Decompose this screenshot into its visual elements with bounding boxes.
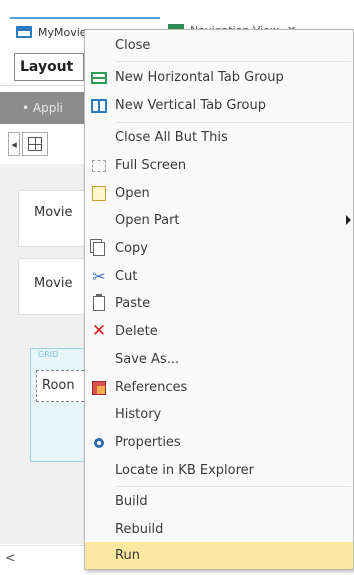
menu-icon-slot bbox=[85, 516, 113, 543]
menu-item-close[interactable]: Close bbox=[85, 32, 353, 59]
tab-context-menu: Close New Horizontal Tab Group New Verti… bbox=[84, 29, 354, 570]
menu-icon-slot bbox=[85, 457, 113, 484]
menu-item-label: New Horizontal Tab Group bbox=[115, 70, 284, 85]
menu-item-new-vertical-tab-group[interactable]: New Vertical Tab Group bbox=[85, 92, 353, 119]
icon-slot bbox=[85, 92, 113, 119]
menu-item-label: Rebuild bbox=[115, 522, 164, 537]
menu-item-label: References bbox=[115, 380, 188, 395]
menu-item-label: Cut bbox=[115, 269, 138, 284]
menu-item-rebuild[interactable]: Rebuild bbox=[85, 516, 353, 543]
icon-slot: ✕ bbox=[85, 318, 113, 345]
properties-icon bbox=[94, 437, 104, 448]
menu-item-references[interactable]: References bbox=[85, 374, 353, 401]
panel-icon bbox=[16, 26, 32, 38]
menu-item-label: Run bbox=[115, 548, 140, 563]
menu-item-close-all-but-this[interactable]: Close All But This bbox=[85, 124, 353, 151]
icon-slot bbox=[85, 64, 113, 91]
menu-item-label: Close All But This bbox=[115, 130, 228, 145]
menu-item-label: Build bbox=[115, 494, 148, 509]
menu-item-label: Save As... bbox=[115, 352, 180, 367]
scroll-left-button[interactable]: ◂ bbox=[8, 132, 20, 156]
menu-item-new-horizontal-tab-group[interactable]: New Horizontal Tab Group bbox=[85, 64, 353, 91]
menu-icon-slot bbox=[85, 488, 113, 515]
icon-slot: ✂ bbox=[85, 263, 113, 290]
form-row-label: Movie bbox=[34, 205, 73, 220]
menu-item-label: New Vertical Tab Group bbox=[115, 98, 266, 113]
menu-icon-slot bbox=[85, 207, 113, 234]
menu-item-label: Full Screen bbox=[115, 158, 187, 173]
icon-slot bbox=[85, 152, 113, 179]
menu-item-locate-in-kb-explorer[interactable]: Locate in KB Explorer bbox=[85, 457, 353, 484]
form-row-label: Movie bbox=[34, 276, 73, 291]
menu-item-history[interactable]: History bbox=[85, 401, 353, 428]
application-bar-text: • Appli bbox=[22, 101, 64, 115]
layout-button[interactable]: Layout bbox=[14, 53, 84, 81]
menu-item-build[interactable]: Build bbox=[85, 488, 353, 515]
menu-icon-slot bbox=[85, 32, 113, 59]
icon-slot bbox=[85, 374, 113, 401]
cut-icon: ✂ bbox=[92, 266, 106, 286]
menu-divider bbox=[115, 122, 351, 123]
paste-icon bbox=[93, 294, 105, 311]
icon-slot bbox=[85, 180, 113, 207]
menu-item-label: Locate in KB Explorer bbox=[115, 463, 254, 478]
menu-icon-slot bbox=[85, 542, 113, 569]
menu-item-run[interactable]: Run bbox=[85, 542, 353, 569]
menu-divider bbox=[115, 61, 351, 62]
references-icon bbox=[92, 380, 106, 395]
menu-divider bbox=[115, 486, 351, 487]
menu-item-label: Close bbox=[115, 38, 151, 53]
menu-item-label: Copy bbox=[115, 241, 148, 256]
icon-slot bbox=[85, 290, 113, 317]
icon-slot bbox=[85, 429, 113, 456]
submenu-arrow-icon bbox=[346, 215, 351, 225]
open-icon bbox=[92, 186, 106, 201]
menu-item-label: Properties bbox=[115, 435, 181, 450]
menu-item-paste[interactable]: Paste bbox=[85, 290, 353, 317]
vertical-tab-group-icon bbox=[91, 98, 107, 113]
menu-item-label: Open Part bbox=[115, 213, 180, 228]
menu-item-label: Paste bbox=[115, 296, 151, 311]
copy-icon bbox=[93, 241, 105, 256]
grid-icon bbox=[28, 137, 42, 151]
horizontal-tab-group-icon bbox=[91, 71, 107, 84]
menu-item-open[interactable]: Open bbox=[85, 180, 353, 207]
menu-item-full-screen[interactable]: Full Screen bbox=[85, 152, 353, 179]
icon-slot bbox=[85, 235, 113, 262]
full-screen-icon bbox=[92, 159, 106, 172]
menu-item-save-as[interactable]: Save As... bbox=[85, 346, 353, 373]
menu-item-delete[interactable]: ✕ Delete bbox=[85, 318, 353, 345]
menu-item-label: Open bbox=[115, 186, 150, 201]
grid-tag: GRID bbox=[38, 350, 59, 359]
menu-item-cut[interactable]: ✂ Cut bbox=[85, 263, 353, 290]
menu-icon-slot bbox=[85, 124, 113, 151]
grid-row-label: Roon bbox=[42, 378, 75, 393]
menu-item-copy[interactable]: Copy bbox=[85, 235, 353, 262]
delete-icon: ✕ bbox=[91, 321, 107, 341]
grid-tool-button[interactable] bbox=[22, 132, 48, 156]
menu-icon-slot bbox=[85, 401, 113, 428]
menu-item-label: Delete bbox=[115, 324, 158, 339]
menu-item-open-part[interactable]: Open Part bbox=[85, 207, 353, 234]
scroll-left-arrow-icon[interactable]: < bbox=[5, 551, 16, 566]
menu-item-properties[interactable]: Properties bbox=[85, 429, 353, 456]
menu-icon-slot bbox=[85, 346, 113, 373]
menu-item-label: History bbox=[115, 407, 162, 422]
